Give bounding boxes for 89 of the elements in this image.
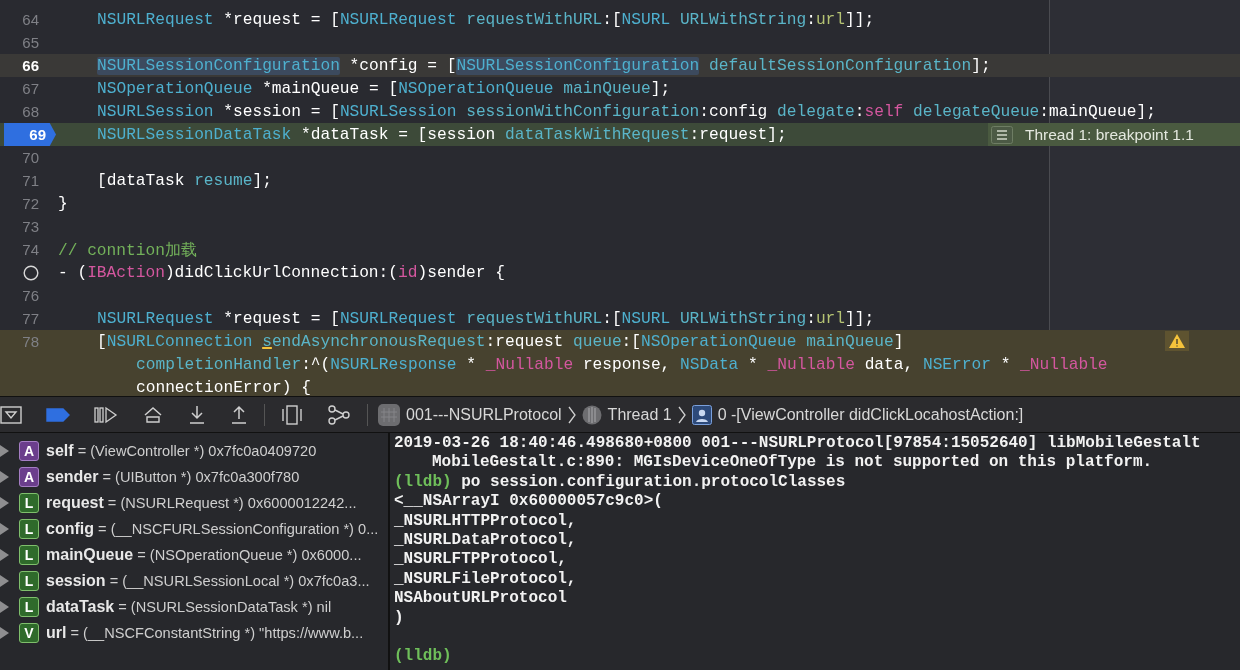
- variable-row[interactable]: V url = (__NSCFConstantString *) "https://www.b...: [0, 620, 388, 646]
- breakpoint-marker[interactable]: 69: [4, 123, 56, 146]
- line-number: 67: [22, 80, 40, 97]
- variable-row[interactable]: L mainQueue = (NSOperationQueue *) 0x6000...: [0, 542, 388, 568]
- continue-icon[interactable]: [94, 405, 118, 424]
- line-number: 70: [22, 149, 40, 166]
- chevron-icon: [677, 405, 686, 424]
- variable-badge: L: [19, 597, 39, 617]
- variable-text: session = (__NSURLSessionLocal *) 0x7fc0a3...: [46, 572, 370, 590]
- line-number: 65: [22, 34, 40, 51]
- disclosure-icon[interactable]: [0, 549, 9, 561]
- disclosure-icon[interactable]: [0, 471, 9, 483]
- code-line: NSURLRequest *request = [NSURLRequest requestWithURL:[NSURL URLWithString:url]];: [97, 10, 875, 29]
- code-line: NSURLSessionDataTask *dataTask = [session dataTaskWithRequest:request];: [97, 125, 787, 144]
- disclosure-icon[interactable]: [0, 627, 9, 639]
- chevron-icon: [567, 405, 576, 424]
- warning-icon[interactable]: [1165, 331, 1189, 351]
- console-line: _NSURLDataProtocol,: [394, 530, 578, 551]
- thread-icon: [581, 404, 602, 425]
- breakpoint-toggle-icon[interactable]: [46, 407, 70, 422]
- code-line: connectionError) {: [136, 378, 311, 396]
- memory-graph-icon[interactable]: [327, 404, 351, 425]
- variable-badge: L: [19, 493, 39, 513]
- disclosure-icon[interactable]: [0, 575, 9, 587]
- variable-badge: A: [19, 467, 39, 487]
- view-hierarchy-icon[interactable]: [281, 404, 303, 425]
- code-line: [dataTask resume];: [97, 171, 272, 190]
- variable-row[interactable]: A sender = (UIButton *) 0x7fc0a300f780: [0, 464, 388, 490]
- line-number: 76: [22, 287, 40, 304]
- disclosure-icon[interactable]: [0, 497, 9, 509]
- variable-text: self = (ViewController *) 0x7fc0a0409720: [46, 442, 317, 460]
- console-line: (lldb): [394, 647, 453, 667]
- line-number: 68: [22, 103, 40, 120]
- variable-badge: A: [19, 441, 39, 461]
- console-line: MobileGestalt.c:890: MGIsDeviceOneOfType is not supported on this platform.: [431, 453, 1154, 473]
- variable-text: request = (NSURLRequest *) 0x6000012242...: [46, 494, 357, 512]
- person-icon: [691, 404, 712, 425]
- code-line: NSOperationQueue *mainQueue = [NSOperationQueue mainQueue];: [97, 79, 671, 98]
- code-line: - (IBAction)didClickUrlConnection:(id)sender {: [58, 263, 505, 282]
- line-number: 77: [22, 310, 40, 327]
- console-line: _NSURLFileProtocol,: [394, 569, 578, 590]
- variable-badge: L: [19, 519, 39, 539]
- code-line: }: [58, 194, 68, 213]
- breadcrumb-item[interactable]: Thread 1: [575, 404, 678, 425]
- code-line: NSURLSessionConfiguration *config = [NSURLSessionConfiguration defaultSessionConfiguration];: [97, 56, 991, 75]
- line-number: 78: [22, 333, 40, 350]
- line-number: 74: [22, 241, 40, 258]
- step-out-icon[interactable]: [230, 404, 248, 425]
- console-line: NSAboutURLProtocol: [394, 589, 568, 609]
- variable-row[interactable]: L request = (NSURLRequest *) 0x6000012242...: [0, 490, 388, 516]
- hide-panel-icon[interactable]: [0, 405, 22, 424]
- app-icon: [378, 403, 400, 426]
- variable-row[interactable]: L session = (__NSURLSessionLocal *) 0x7fc0a3...: [0, 568, 388, 594]
- variable-row[interactable]: L dataTask = (NSURLSessionDataTask *) nil: [0, 594, 388, 620]
- disclosure-icon[interactable]: [0, 601, 9, 613]
- code-line: NSURLRequest *request = [NSURLRequest requestWithURL:[NSURL URLWithString:url]];: [97, 309, 875, 328]
- code-line: // conntion加载: [58, 240, 197, 261]
- breadcrumb-item[interactable]: 0 -[ViewController didClickLocahostAction:]: [685, 404, 1030, 425]
- line-number: 66: [22, 57, 40, 74]
- code-line: NSURLSession *session = [NSURLSession sessionWithConfiguration:config delegate:self delegateQueue:mainQueue];: [97, 102, 1156, 121]
- variable-text: url = (__NSCFConstantString *) "https://www.b...: [46, 624, 364, 642]
- circle-icon[interactable]: [23, 264, 39, 281]
- variable-badge: V: [19, 623, 39, 643]
- console-line: <__NSArrayI 0x60000057c9c0>(: [394, 492, 664, 512]
- variable-text: mainQueue = (NSOperationQueue *) 0x6000...: [46, 546, 362, 564]
- variable-text: dataTask = (NSURLSessionDataTask *) nil: [46, 598, 332, 616]
- variable-row[interactable]: L config = (__NSCFURLSessionConfiguration *) 0...: [0, 516, 388, 542]
- code-line: [NSURLConnection sendAsynchronousRequest:request queue:[NSOperationQueue mainQueue]: [97, 332, 904, 351]
- step-over-icon[interactable]: [142, 404, 164, 425]
- disclosure-icon[interactable]: [0, 445, 9, 457]
- console-line: ): [394, 608, 405, 628]
- line-number: 64: [22, 11, 40, 28]
- variable-badge: L: [19, 571, 39, 591]
- console-line: _NSURLFTPProtocol,: [394, 550, 568, 570]
- annotation-text: Thread 1: breakpoint 1.1: [1025, 125, 1194, 144]
- line-number: 72: [22, 195, 40, 212]
- variable-text: config = (__NSCFURLSessionConfiguration *) 0...: [46, 520, 379, 538]
- disclosure-icon[interactable]: [0, 523, 9, 535]
- breadcrumb-item[interactable]: 001---NSURLProtocol: [372, 403, 568, 426]
- variable-row[interactable]: A self = (ViewController *) 0x7fc0a0409720: [0, 438, 388, 464]
- line-number: 71: [22, 172, 40, 189]
- console-line: 2019-03-26 18:40:46.498680+0800 001---NSURLProtocol[97854:15052640] libMobileGestalt: [394, 434, 1202, 454]
- variable-text: sender = (UIButton *) 0x7fc0a300f780: [46, 468, 300, 486]
- step-into-icon[interactable]: [188, 404, 206, 425]
- console-line: (lldb) po session.configuration.protocolClasses: [394, 472, 847, 493]
- code-line: completionHandler:^(NSURLResponse * _Nullable response, NSData * _Nullable data, NSError * _Nullable: [136, 355, 1108, 374]
- line-number: 73: [22, 218, 40, 235]
- console-line: _NSURLHTTPProtocol,: [394, 511, 578, 531]
- variable-badge: L: [19, 545, 39, 565]
